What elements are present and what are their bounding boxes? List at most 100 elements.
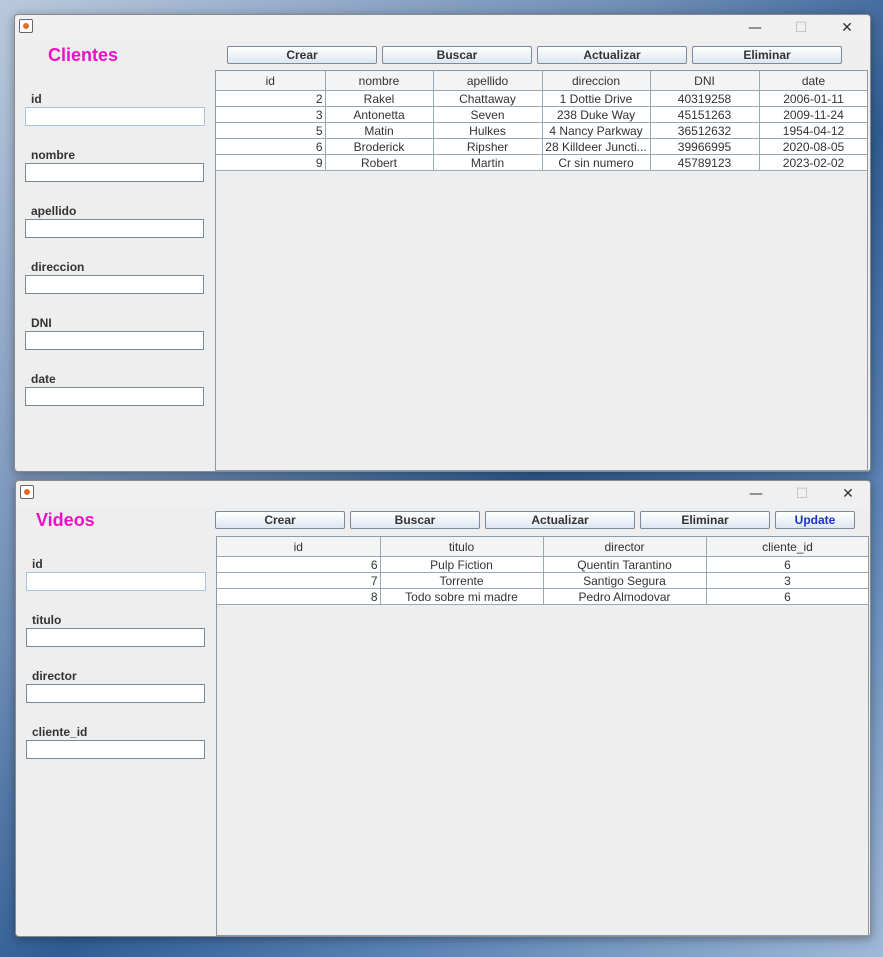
cliente-id-field[interactable] <box>26 740 205 759</box>
clientes-table-scrollpane[interactable]: id nombre apellido direccion DNI date 2 … <box>215 70 868 471</box>
cell-dni[interactable]: 45789123 <box>650 154 760 171</box>
cell-director[interactable]: Santigo Segura <box>543 572 707 589</box>
table-row[interactable]: 7 Torrente Santigo Segura 3 <box>217 572 868 589</box>
minimize-icon[interactable]: — <box>734 481 778 507</box>
cell-apellido[interactable]: Martin <box>433 154 543 171</box>
title-bar[interactable]: — ☐ ✕ <box>15 15 870 41</box>
apellido-label: apellido <box>31 204 77 218</box>
buscar-button[interactable]: Buscar <box>350 511 480 529</box>
titulo-field[interactable] <box>26 628 205 647</box>
cell-nombre[interactable]: Antonetta <box>325 106 434 123</box>
cell-cliente-id[interactable]: 6 <box>706 588 868 605</box>
cell-id[interactable]: 6 <box>216 138 326 155</box>
table-row[interactable]: 5 Matin Hulkes 4 Nancy Parkway 36512632 … <box>216 122 867 139</box>
column-header-id[interactable]: id <box>216 71 326 91</box>
eliminar-button[interactable]: Eliminar <box>692 46 842 64</box>
cell-cliente-id[interactable]: 6 <box>706 556 868 573</box>
column-header-nombre[interactable]: nombre <box>325 71 434 91</box>
close-icon[interactable]: ✕ <box>826 481 870 507</box>
maximize-icon[interactable]: ☐ <box>780 481 824 507</box>
table-row[interactable]: 3 Antonetta Seven 238 Duke Way 45151263 … <box>216 106 867 123</box>
minimize-icon[interactable]: — <box>733 15 777 41</box>
buscar-button[interactable]: Buscar <box>382 46 532 64</box>
cell-direccion[interactable]: 238 Duke Way <box>542 106 651 123</box>
videos-window: — ☐ ✕ Videos Crear Buscar Actualizar Eli… <box>15 480 871 937</box>
update-button[interactable]: Update <box>775 511 855 529</box>
cell-apellido[interactable]: Hulkes <box>433 122 543 139</box>
direccion-label: direccion <box>31 260 85 274</box>
cell-titulo[interactable]: Todo sobre mi madre <box>380 588 544 605</box>
direccion-field[interactable] <box>25 275 204 294</box>
cell-apellido[interactable]: Seven <box>433 106 543 123</box>
cell-date[interactable]: 2023-02-02 <box>759 154 867 171</box>
videos-table-scrollpane[interactable]: id titulo director cliente_id 6 Pulp Fic… <box>216 536 869 936</box>
cell-dni[interactable]: 45151263 <box>650 106 760 123</box>
column-header-dni[interactable]: DNI <box>650 71 760 91</box>
column-header-titulo[interactable]: titulo <box>380 537 544 557</box>
cell-id[interactable]: 7 <box>217 572 381 589</box>
column-header-cliente-id[interactable]: cliente_id <box>706 537 868 557</box>
cell-titulo[interactable]: Torrente <box>380 572 544 589</box>
table-row[interactable]: 8 Todo sobre mi madre Pedro Almodovar 6 <box>217 588 868 605</box>
column-header-director[interactable]: director <box>543 537 707 557</box>
column-header-direccion[interactable]: direccion <box>542 71 651 91</box>
cell-id[interactable]: 6 <box>217 556 381 573</box>
cell-direccion[interactable]: 28 Killdeer Juncti... <box>542 138 651 155</box>
id-field[interactable] <box>26 572 206 591</box>
actualizar-button[interactable]: Actualizar <box>485 511 635 529</box>
table-header-row: id nombre apellido direccion DNI date <box>216 71 867 91</box>
column-header-id[interactable]: id <box>217 537 381 557</box>
cell-id[interactable]: 8 <box>217 588 381 605</box>
director-label: director <box>32 669 77 683</box>
cell-apellido[interactable]: Chattaway <box>433 90 543 107</box>
date-field[interactable] <box>25 387 204 406</box>
cell-apellido[interactable]: Ripsher <box>433 138 543 155</box>
table-row[interactable]: 2 Rakel Chattaway 1 Dottie Drive 4031925… <box>216 90 867 107</box>
crear-button[interactable]: Crear <box>215 511 345 529</box>
cell-id[interactable]: 2 <box>216 90 326 107</box>
cell-director[interactable]: Pedro Almodovar <box>543 588 707 605</box>
cell-nombre[interactable]: Rakel <box>325 90 434 107</box>
cell-direccion[interactable]: 1 Dottie Drive <box>542 90 651 107</box>
eliminar-button[interactable]: Eliminar <box>640 511 770 529</box>
cell-nombre[interactable]: Robert <box>325 154 434 171</box>
maximize-icon[interactable]: ☐ <box>779 15 823 41</box>
titulo-label: titulo <box>32 613 62 627</box>
id-label: id <box>32 557 43 571</box>
cell-dni[interactable]: 39966995 <box>650 138 760 155</box>
table-row[interactable]: 6 Broderick Ripsher 28 Killdeer Juncti..… <box>216 138 867 155</box>
java-app-icon <box>20 485 34 499</box>
clientes-window: — ☐ ✕ Clientes Crear Buscar Actualizar E… <box>14 14 871 472</box>
cell-id[interactable]: 9 <box>216 154 326 171</box>
dni-label: DNI <box>31 316 52 330</box>
cell-dni[interactable]: 36512632 <box>650 122 760 139</box>
close-icon[interactable]: ✕ <box>825 15 869 41</box>
cell-director[interactable]: Quentin Tarantino <box>543 556 707 573</box>
crear-button[interactable]: Crear <box>227 46 377 64</box>
cell-nombre[interactable]: Matin <box>325 122 434 139</box>
apellido-field[interactable] <box>25 219 204 238</box>
dni-field[interactable] <box>25 331 204 350</box>
cell-id[interactable]: 5 <box>216 122 326 139</box>
director-field[interactable] <box>26 684 205 703</box>
cell-titulo[interactable]: Pulp Fiction <box>380 556 544 573</box>
cell-direccion[interactable]: Cr sin numero <box>542 154 651 171</box>
table-row[interactable]: 6 Pulp Fiction Quentin Tarantino 6 <box>217 556 868 573</box>
actualizar-button[interactable]: Actualizar <box>537 46 687 64</box>
title-bar[interactable]: — ☐ ✕ <box>16 481 870 507</box>
column-header-date[interactable]: date <box>759 71 867 91</box>
nombre-field[interactable] <box>25 163 204 182</box>
cell-nombre[interactable]: Broderick <box>325 138 434 155</box>
cell-dni[interactable]: 40319258 <box>650 90 760 107</box>
cell-date[interactable]: 2020-08-05 <box>759 138 867 155</box>
cliente-id-label: cliente_id <box>32 725 88 739</box>
cell-direccion[interactable]: 4 Nancy Parkway <box>542 122 651 139</box>
cell-date[interactable]: 2009-11-24 <box>759 106 867 123</box>
column-header-apellido[interactable]: apellido <box>433 71 543 91</box>
cell-cliente-id[interactable]: 3 <box>706 572 868 589</box>
id-field[interactable] <box>25 107 205 126</box>
cell-date[interactable]: 2006-01-11 <box>759 90 867 107</box>
cell-id[interactable]: 3 <box>216 106 326 123</box>
cell-date[interactable]: 1954-04-12 <box>759 122 867 139</box>
table-row[interactable]: 9 Robert Martin Cr sin numero 45789123 2… <box>216 154 867 171</box>
